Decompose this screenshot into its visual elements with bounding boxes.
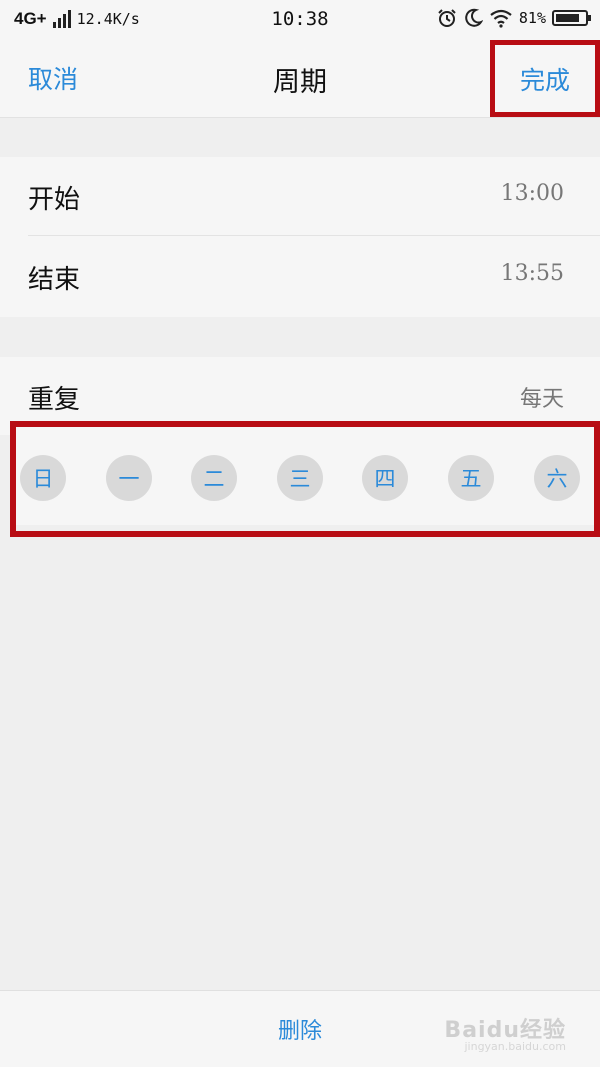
battery-percent: 81%: [518, 9, 546, 27]
end-value: 13:55: [500, 261, 564, 286]
highlight-frame: [10, 421, 600, 537]
start-label: 开始: [28, 185, 81, 215]
status-bar: 4G+ 12.4K/s 10:38 81%: [0, 0, 600, 40]
moon-icon: [465, 8, 483, 27]
start-value: 13:00: [500, 181, 564, 206]
battery-icon: [552, 10, 591, 26]
end-label: 结束: [28, 265, 81, 295]
repeat-value: 每天: [519, 387, 564, 412]
wifi-icon: [490, 9, 512, 28]
time-range-group: 开始 13:00 结束 13:55: [0, 157, 600, 317]
done-button-label: 完成: [519, 65, 570, 95]
done-button[interactable]: 完成: [490, 40, 600, 117]
row-divider: [28, 235, 600, 236]
end-time-row[interactable]: 结束 13:55: [0, 237, 600, 315]
navigation-bar: 取消 周期 完成: [0, 40, 600, 118]
repeat-label: 重复: [28, 385, 81, 415]
status-right: 81%: [437, 8, 591, 28]
alarm-icon: [438, 9, 456, 27]
start-time-row[interactable]: 开始 13:00: [0, 157, 600, 235]
watermark-url: jingyan.baidu.com: [464, 1040, 566, 1053]
